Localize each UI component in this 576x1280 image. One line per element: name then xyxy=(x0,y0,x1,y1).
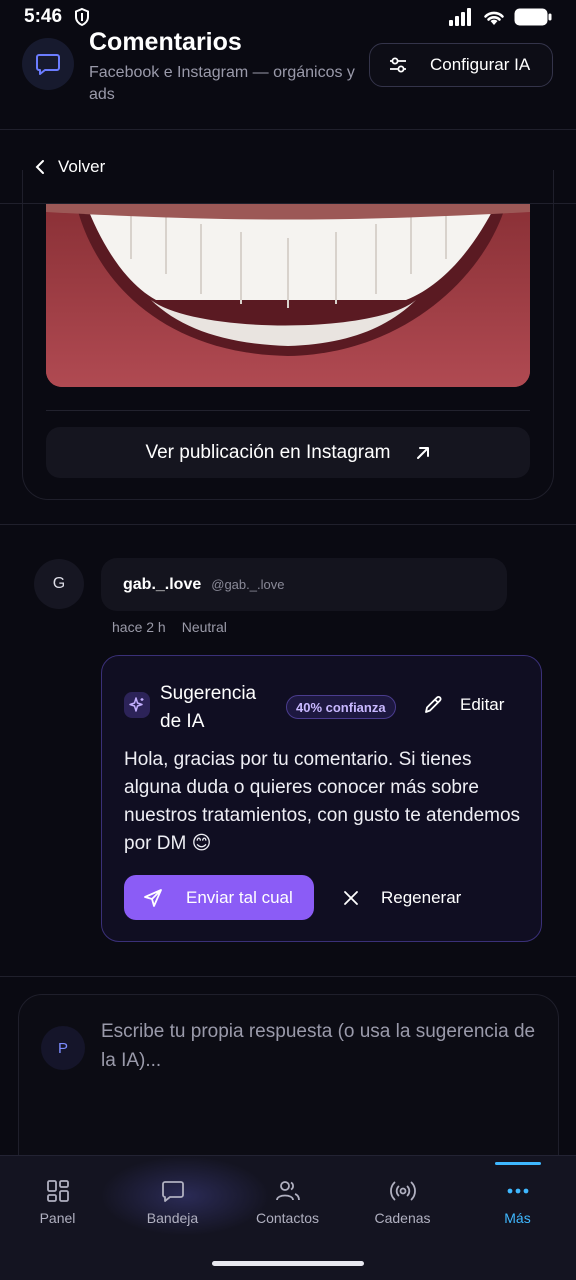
nav-item-chains[interactable]: Cadenas xyxy=(345,1156,460,1246)
back-label: Volver xyxy=(58,156,106,176)
regenerate-button[interactable]: Regenerar xyxy=(343,875,461,920)
regenerate-label: Regenerar xyxy=(381,887,462,907)
active-indicator xyxy=(494,1162,541,1165)
ai-suggestion-title: Sugerencia de IA xyxy=(160,683,257,732)
nav-label: Bandeja xyxy=(146,1210,199,1226)
ai-suggestion-text: Hola, gracias por tu comentario. Si tien… xyxy=(124,749,521,854)
sliders-icon xyxy=(388,55,408,75)
chat-icon xyxy=(160,1178,186,1204)
ai-suggestion-card: Sugerencia de IA 40% confianza Editar Ho… xyxy=(101,655,542,942)
avatar: P xyxy=(41,1026,85,1070)
nav-item-contacts[interactable]: Contactos xyxy=(230,1156,345,1246)
configure-ai-button[interactable]: Configurar IA xyxy=(369,43,553,87)
broadcast-icon xyxy=(389,1178,417,1204)
back-button[interactable]: Volver xyxy=(0,130,576,204)
nav-label: Panel xyxy=(39,1210,76,1226)
close-icon xyxy=(343,890,359,906)
comment-bubble: gab._.love @gab._.love xyxy=(101,558,507,611)
view-on-instagram-button[interactable]: Ver publicación en Instagram xyxy=(46,427,530,478)
nav-item-inbox[interactable]: Bandeja xyxy=(115,1156,230,1246)
sparkles-icon xyxy=(124,692,150,718)
edit-label: Editar xyxy=(460,695,505,714)
home-indicator xyxy=(212,1261,364,1266)
divider xyxy=(0,976,576,977)
pencil-icon xyxy=(422,694,444,716)
signal-icon xyxy=(448,8,474,26)
nav-label: Más xyxy=(504,1210,531,1226)
chevron-left-icon xyxy=(34,159,46,175)
bottom-nav: Panel Bandeja Contactos Cadenas Más xyxy=(0,1155,576,1280)
reply-input[interactable] xyxy=(101,1017,541,1077)
users-icon xyxy=(275,1178,301,1204)
comment-username: gab._.love xyxy=(123,575,202,593)
sentiment-badge: Neutral xyxy=(181,619,227,635)
confidence-badge: 40% confianza xyxy=(286,695,396,719)
battery-icon xyxy=(514,8,552,26)
status-time: 5:46 xyxy=(24,6,63,27)
shield-icon xyxy=(72,7,92,27)
send-as-is-button[interactable]: Enviar tal cual xyxy=(124,875,314,920)
comment-handle: @gab._.love xyxy=(211,577,285,592)
chat-icon xyxy=(22,38,74,90)
nav-item-panel[interactable]: Panel xyxy=(0,1156,115,1246)
post-image[interactable] xyxy=(46,204,530,387)
nav-label: Cadenas xyxy=(374,1210,431,1226)
configure-ai-label: Configurar IA xyxy=(430,55,531,74)
send-as-is-label: Enviar tal cual xyxy=(186,887,293,907)
more-icon xyxy=(505,1178,531,1204)
comment-meta: hace 2 h Neutral xyxy=(112,619,227,635)
view-on-instagram-label: Ver publicación en Instagram xyxy=(145,441,391,463)
nav-item-more[interactable]: Más xyxy=(460,1156,575,1246)
nav-label: Contactos xyxy=(255,1210,320,1226)
page-title: Comentarios xyxy=(89,28,242,56)
divider xyxy=(0,524,576,525)
comment-time: hace 2 h xyxy=(112,619,166,635)
edit-button[interactable]: Editar xyxy=(422,694,504,716)
arrow-up-right-icon xyxy=(415,445,431,461)
grid-icon xyxy=(45,1178,71,1204)
page-header: Comentarios Facebook e Instagram — orgán… xyxy=(0,26,576,130)
page-subtitle: Facebook e Instagram — orgánicos y ads xyxy=(89,64,355,103)
avatar: G xyxy=(34,559,84,609)
wifi-icon xyxy=(482,8,506,26)
divider xyxy=(46,410,530,411)
send-icon xyxy=(142,887,164,909)
